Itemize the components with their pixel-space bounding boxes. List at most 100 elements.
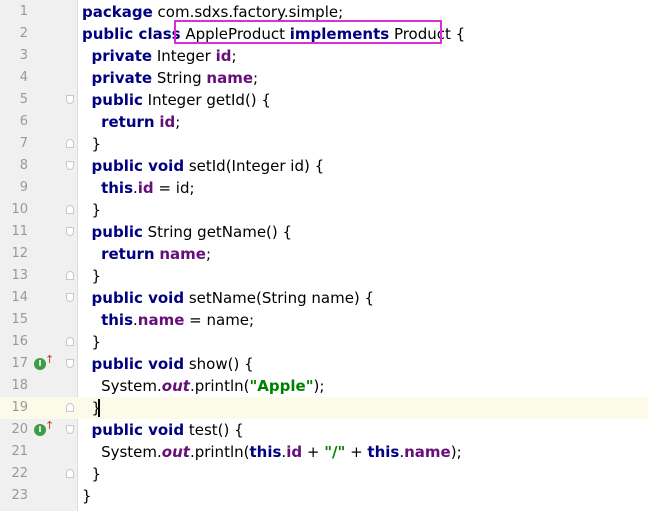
code-token: Integer xyxy=(152,47,216,65)
fold-marker-icon[interactable] xyxy=(66,95,74,104)
code-token: .println( xyxy=(189,377,250,395)
code-token: public void xyxy=(91,355,185,373)
code-line[interactable]: 7 } xyxy=(0,133,648,155)
code-token: id xyxy=(215,47,232,65)
fold-marker-icon[interactable] xyxy=(66,337,74,346)
fold-marker-icon[interactable] xyxy=(66,293,74,302)
code-text: public void show() { xyxy=(82,353,254,375)
fold-marker-icon[interactable] xyxy=(66,227,74,236)
gutter-cell: 8 xyxy=(0,155,78,177)
gutter-cell: 1 xyxy=(0,1,78,23)
line-number: 14 xyxy=(11,290,28,305)
code-line[interactable]: 23} xyxy=(0,485,648,507)
code-text: public void setName(String name) { xyxy=(82,287,375,309)
fold-marker-icon[interactable] xyxy=(66,425,74,434)
code-line[interactable]: 14 public void setName(String name) { xyxy=(0,287,648,309)
gutter-cell: 2 xyxy=(0,23,78,45)
code-line[interactable]: 18 System.out.println("Apple"); xyxy=(0,375,648,397)
code-token: String getName() { xyxy=(142,223,293,241)
code-line[interactable]: 13 } xyxy=(0,265,648,287)
line-number: 16 xyxy=(11,334,28,349)
gutter-cell: 12 xyxy=(0,243,78,265)
code-line[interactable]: 16 } xyxy=(0,331,648,353)
gutter-cell: 9 xyxy=(0,177,78,199)
fold-marker-icon[interactable] xyxy=(66,205,74,214)
code-line[interactable]: 19 } xyxy=(0,397,648,419)
fold-marker-icon[interactable] xyxy=(66,359,74,368)
code-text: } xyxy=(82,133,102,155)
line-number: 5 xyxy=(19,92,28,107)
code-text: public void test() { xyxy=(82,419,244,441)
code-token: ); xyxy=(450,443,462,461)
code-token: Integer getId() { xyxy=(142,91,271,109)
code-line[interactable]: 20 I ↑ public void test() { xyxy=(0,419,648,441)
code-token: this xyxy=(249,443,282,461)
code-token: private xyxy=(91,69,153,87)
code-text: public void setId(Integer id) { xyxy=(82,155,325,177)
code-line[interactable]: 5 public Integer getId() { xyxy=(0,89,648,111)
code-token: ; xyxy=(231,47,237,65)
code-line[interactable]: 15 this.name = name; xyxy=(0,309,648,331)
code-token: ; xyxy=(205,245,212,263)
code-line[interactable]: 21 System.out.println(this.id + "/" + th… xyxy=(0,441,648,463)
code-text: this.id = id; xyxy=(82,177,194,199)
gutter-cell: 15 xyxy=(0,309,78,331)
line-number: 13 xyxy=(11,268,28,283)
gutter-cell: 19 xyxy=(0,397,78,419)
code-text: } xyxy=(82,485,92,507)
code-token: ; xyxy=(253,69,259,87)
fold-marker-icon[interactable] xyxy=(66,271,74,280)
gutter-cell: 17 I ↑ xyxy=(0,353,78,375)
code-line[interactable]: 10 } xyxy=(0,199,648,221)
code-token: .println( xyxy=(189,443,250,461)
code-editor[interactable]: 1 package com.sdxs.factory.simple; 2 public… xyxy=(0,0,648,511)
code-token: public xyxy=(91,91,143,109)
gutter-cell: 18 xyxy=(0,375,78,397)
line-number: 18 xyxy=(11,378,28,393)
code-token: test() { xyxy=(184,421,244,439)
code-token: name xyxy=(137,311,185,329)
code-token: ; xyxy=(175,113,181,131)
fold-marker-icon[interactable] xyxy=(66,161,74,170)
gutter-cell: 14 xyxy=(0,287,78,309)
code-line[interactable]: 8 public void setId(Integer id) { xyxy=(0,155,648,177)
line-number: 2 xyxy=(19,26,28,41)
gutter-cell: 20 I ↑ xyxy=(0,419,78,441)
code-token: String xyxy=(152,69,207,87)
code-line[interactable]: 9 this.id = id; xyxy=(0,177,648,199)
code-token: public class xyxy=(82,25,181,43)
code-token: com.sdxs.factory.simple; xyxy=(152,3,344,21)
gutter-cell: 4 xyxy=(0,67,78,89)
code-line[interactable]: 22 } xyxy=(0,463,648,485)
code-line[interactable]: 4 private String name; xyxy=(0,67,648,89)
code-token: } xyxy=(82,487,92,505)
code-line[interactable]: 12 return name; xyxy=(0,243,648,265)
gutter-cell: 22 xyxy=(0,463,78,485)
line-number: 10 xyxy=(11,202,28,217)
code-text: System.out.println("Apple"); xyxy=(82,375,324,397)
gutter-cell: 7 xyxy=(0,133,78,155)
code-line[interactable]: 3 private Integer id; xyxy=(0,45,648,67)
code-line[interactable]: 17 I ↑ public void show() { xyxy=(0,353,648,375)
code-token: setName(String name) { xyxy=(184,289,375,307)
code-token: public xyxy=(91,223,143,241)
code-line[interactable]: 11 public String getName() { xyxy=(0,221,648,243)
gutter-cell: 5 xyxy=(0,89,78,111)
fold-marker-icon[interactable] xyxy=(66,469,74,478)
gutter-cell: 11 xyxy=(0,221,78,243)
line-number: 20 xyxy=(11,422,28,437)
fold-marker-icon[interactable] xyxy=(66,139,74,148)
code-line[interactable]: 6 return id; xyxy=(0,111,648,133)
line-number: 22 xyxy=(11,466,28,481)
code-text: System.out.println(this.id + "/" + this.… xyxy=(82,441,462,463)
line-number: 6 xyxy=(19,114,28,129)
fold-marker-icon[interactable] xyxy=(66,403,74,412)
line-number: 17 xyxy=(11,356,28,371)
code-token: "Apple" xyxy=(249,377,314,395)
code-token: name xyxy=(206,69,253,87)
code-token: out xyxy=(161,443,190,461)
